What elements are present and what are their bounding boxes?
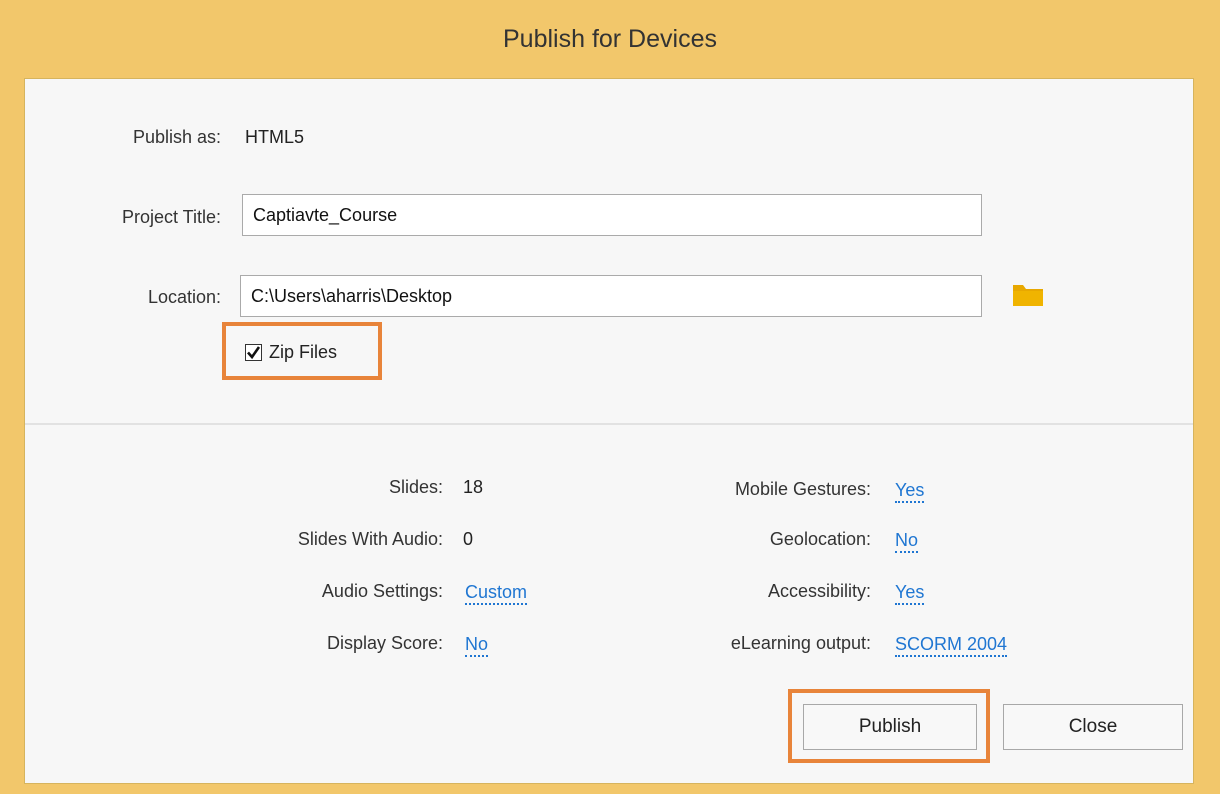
slides-value: 18	[463, 477, 484, 497]
section-divider	[25, 423, 1193, 425]
mobile-gestures-link[interactable]: Yes	[895, 479, 925, 503]
geolocation-link[interactable]: No	[895, 529, 919, 553]
zip-files-checkbox[interactable]	[245, 344, 262, 361]
zip-files-label[interactable]: Zip Files	[269, 342, 337, 363]
elearning-output-label: eLearning output:	[730, 633, 871, 653]
elearning-output-link[interactable]: SCORM 2004	[895, 633, 1008, 657]
accessibility-label: Accessibility:	[767, 581, 871, 601]
location-value: C:\Users\aharris\Desktop	[251, 285, 453, 306]
geolocation-label: Geolocation:	[769, 529, 871, 549]
checkmark-icon	[247, 346, 261, 360]
location-input[interactable]: C:\Users\aharris\Desktop	[240, 275, 982, 317]
slides-with-audio-label: Slides With Audio:	[297, 529, 443, 549]
slides-label: Slides:	[388, 477, 443, 497]
accessibility-link[interactable]: Yes	[895, 581, 925, 605]
project-title-value: Captiavte_Course	[253, 204, 398, 225]
project-title-label: Project Title:	[121, 207, 221, 227]
publish-as-label: Publish as:	[132, 127, 221, 147]
publish-button[interactable]: Publish	[803, 704, 977, 750]
location-label: Location:	[147, 287, 221, 307]
slides-with-audio-value: 0	[463, 529, 474, 549]
publish-as-value: HTML5	[245, 127, 305, 147]
mobile-gestures-label: Mobile Gestures:	[734, 479, 871, 499]
folder-icon[interactable]	[1012, 281, 1044, 312]
dialog-body: Publish as: HTML5 Project Title: Captiav…	[24, 78, 1194, 784]
display-score-label: Display Score:	[326, 633, 443, 653]
audio-settings-label: Audio Settings:	[321, 581, 443, 601]
close-button[interactable]: Close	[1003, 704, 1183, 750]
publish-dialog: Publish for Devices Publish as: HTML5 Pr…	[0, 0, 1220, 794]
display-score-link[interactable]: No	[465, 633, 489, 657]
audio-settings-link[interactable]: Custom	[465, 581, 528, 605]
project-title-input[interactable]: Captiavte_Course	[242, 194, 982, 236]
dialog-title: Publish for Devices	[503, 24, 717, 53]
